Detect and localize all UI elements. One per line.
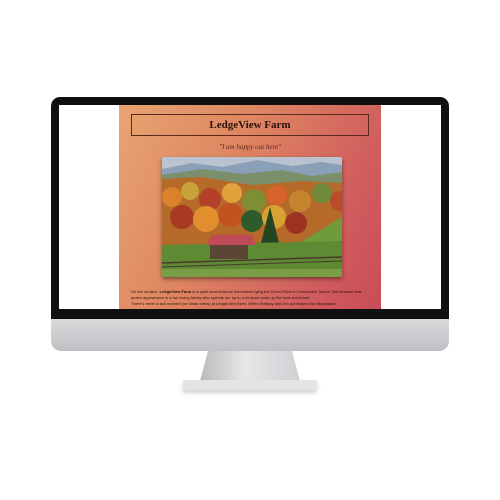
monitor-screen: LedgeView Farm "I am happy out here" On … [59, 105, 441, 309]
monitor-chin [51, 319, 449, 351]
farm-landscape-image [162, 157, 342, 277]
tagline: "I am happy out here" [219, 143, 281, 151]
intro-paragraph: On the surface, LedgeView Farm is a quie… [131, 289, 371, 307]
monitor-stand [200, 351, 300, 381]
intro-line-2: There's never a dull moment (or clean dr… [131, 301, 336, 306]
intro-farm-name: LedgeView Farm [159, 289, 192, 294]
site-title: LedgeView Farm [209, 119, 291, 131]
title-banner: LedgeView Farm [131, 114, 369, 136]
intro-lead: On the surface, [131, 289, 160, 294]
farm-photo [162, 157, 342, 277]
monitor-base [183, 380, 317, 390]
web-page: LedgeView Farm "I am happy out here" On … [119, 105, 381, 309]
